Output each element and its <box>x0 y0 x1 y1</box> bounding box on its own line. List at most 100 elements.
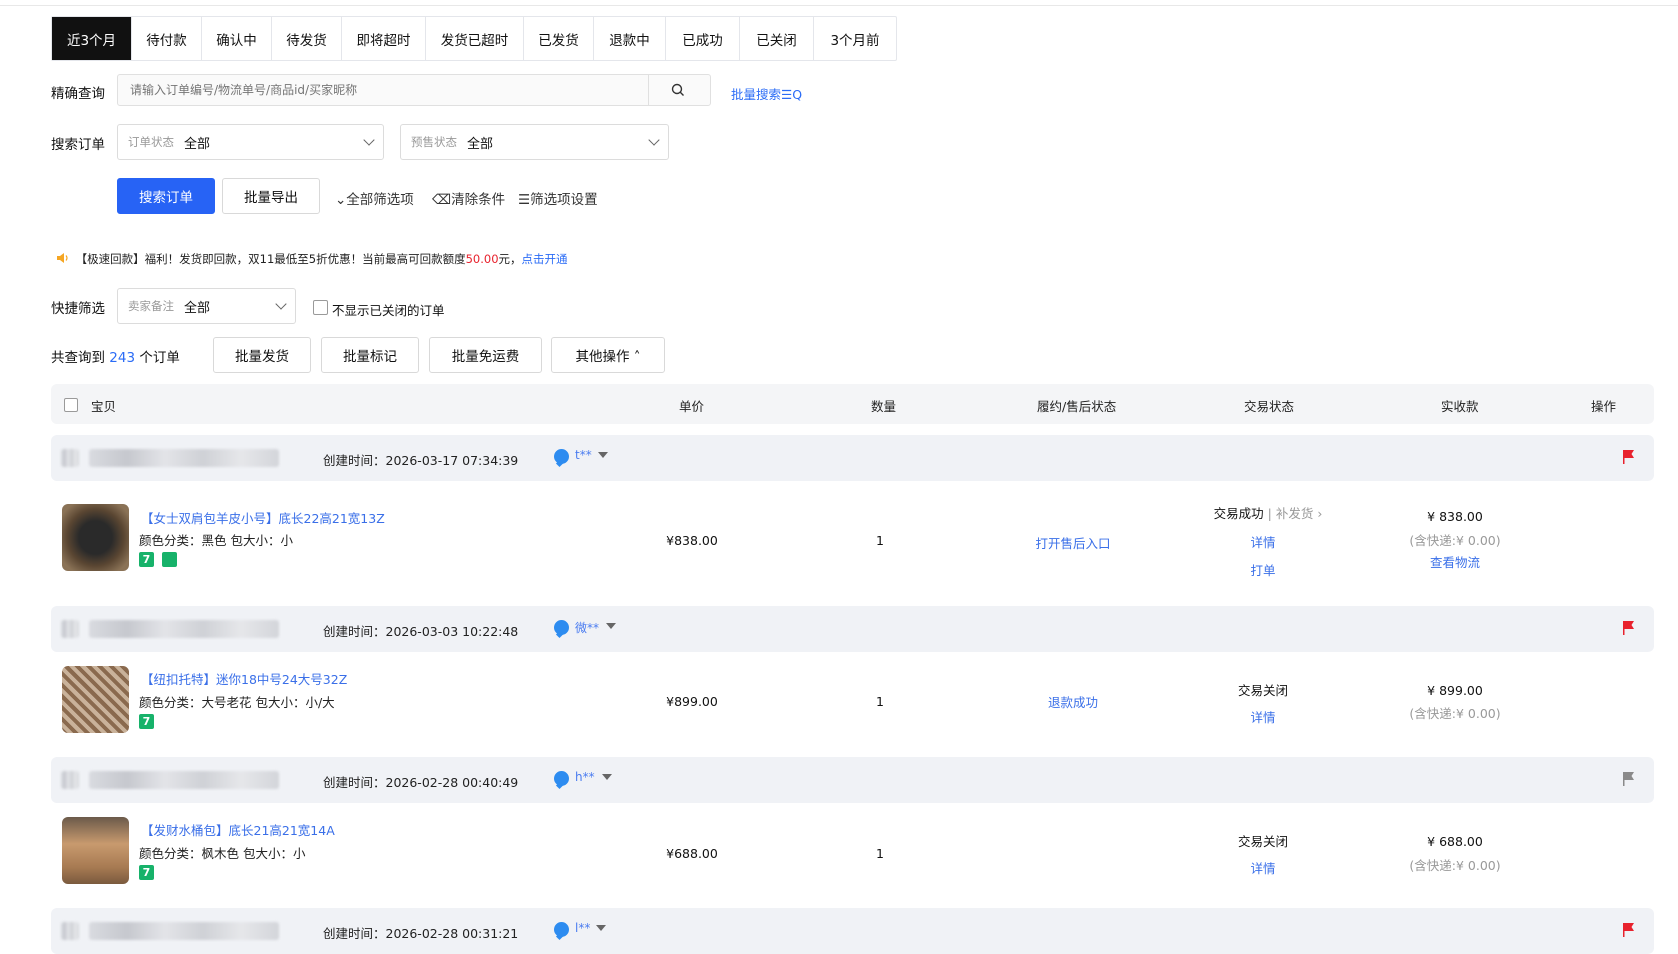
buyer-nick[interactable]: l** <box>575 921 590 935</box>
flag-icon[interactable] <box>1622 771 1636 787</box>
speaker-icon <box>57 253 68 263</box>
product-spec: 颜色分类：枫木色 包大小：小 <box>139 846 306 861</box>
batch-mark-button[interactable]: 批量标记 <box>321 337 419 373</box>
tab-ship-overdue[interactable]: 发货已超时 <box>426 17 524 60</box>
order-created-time: 创建时间：2026-03-17 07:34:39 <box>323 453 519 468</box>
batch-export-button[interactable]: 批量导出 <box>222 178 320 214</box>
tab-success[interactable]: 已成功 <box>666 17 740 60</box>
hide-closed-checkbox[interactable] <box>313 300 328 315</box>
order-id-blurred <box>89 771 279 789</box>
flag-icon[interactable] <box>1622 922 1636 938</box>
tab-pending-payment[interactable]: 待付款 <box>132 17 202 60</box>
order-id-blurred <box>89 620 279 638</box>
batch-search-link[interactable]: 批量搜索☰Q <box>731 84 802 103</box>
search-box <box>117 74 711 106</box>
batch-free-shipping-button[interactable]: 批量免运费 <box>429 337 542 373</box>
all-filters-toggle[interactable]: ⌄全部筛选项 <box>335 188 414 208</box>
tab-about-to-timeout[interactable]: 即将超时 <box>342 17 426 60</box>
search-icon[interactable] <box>671 83 685 97</box>
shipping-fee: (含快递:¥ 0.00) <box>1409 706 1501 721</box>
paid-amount: ¥ 688.00 <box>1427 834 1483 849</box>
trade-status: 交易关闭 <box>1237 834 1289 849</box>
wangwang-icon[interactable] <box>554 620 569 635</box>
product-image[interactable] <box>62 817 129 884</box>
tab-older[interactable]: 3个月前 <box>814 17 896 60</box>
wangwang-icon[interactable] <box>554 449 569 464</box>
col-qty: 数量 <box>871 399 897 414</box>
tab-closed[interactable]: 已关闭 <box>740 17 814 60</box>
order-status-select[interactable]: 订单状态 全部 <box>117 124 384 160</box>
summary-suffix: 个订单 <box>139 350 180 366</box>
filter-settings-button[interactable]: ☰筛选项设置 <box>518 188 598 208</box>
col-paid: 实收款 <box>1441 399 1479 414</box>
print-link[interactable]: 打单 <box>1250 560 1275 579</box>
product-title[interactable]: 【女士双肩包羊皮小号】底长22高21宽13Z <box>141 508 385 527</box>
seller-remark-label: 卖家备注 <box>128 299 174 313</box>
flag-icon[interactable] <box>1622 449 1636 465</box>
product-spec: 颜色分类：黑色 包大小：小 <box>139 533 293 548</box>
presale-status-label: 预售状态 <box>411 135 457 149</box>
search-orders-button[interactable]: 搜索订单 <box>117 178 215 214</box>
col-fulfil: 履约/售后状态 <box>1037 399 1117 414</box>
seller-remark-select[interactable]: 卖家备注 全部 <box>117 288 296 324</box>
clear-conditions-button[interactable]: ⌫清除条件 <box>432 188 505 208</box>
order-checkbox-blur <box>61 922 79 940</box>
detail-link[interactable]: 详情 <box>1250 707 1275 726</box>
quantity: 1 <box>876 846 884 861</box>
trade-status: 交易成功 | 补发货 › <box>1214 503 1323 522</box>
reship-link[interactable]: | 补发货 › <box>1268 506 1323 521</box>
view-logistics-link[interactable]: 查看物流 <box>1430 552 1480 571</box>
tab-confirming[interactable]: 确认中 <box>202 17 272 60</box>
open-after-sale-link[interactable]: 打开售后入口 <box>1035 533 1110 552</box>
product-image[interactable] <box>62 666 129 733</box>
search-input[interactable] <box>118 75 648 105</box>
select-all-checkbox[interactable] <box>64 398 78 412</box>
seven-day-return-icon: 7 <box>139 552 154 567</box>
order-created-time: 创建时间：2026-03-03 10:22:48 <box>323 624 519 639</box>
notice-open-link[interactable]: 点击开通 <box>522 252 568 266</box>
seller-remark-value: 全部 <box>184 300 211 316</box>
product-image[interactable] <box>62 504 129 571</box>
flag-icon[interactable] <box>1622 620 1636 636</box>
wangwang-icon[interactable] <box>554 922 569 937</box>
filter-icon[interactable] <box>606 623 616 629</box>
table-header: 宝贝 单价 数量 履约/售后状态 交易状态 实收款 操作 <box>51 384 1654 424</box>
product-title[interactable]: 【纽扣托特】迷你18中号24大号32Z <box>141 669 347 688</box>
notice-amount: 50.00 <box>465 252 499 266</box>
notice-bar: 【极速回款】福利！发货即回款，双11最低至5折优惠！当前最高可回款额度50.00… <box>56 251 568 267</box>
paid-amount: ¥ 899.00 <box>1427 683 1483 698</box>
quick-filter-label: 快捷筛选 <box>51 301 105 317</box>
batch-ship-button[interactable]: 批量发货 <box>213 337 311 373</box>
col-op: 操作 <box>1591 399 1617 414</box>
buyer-nick[interactable]: h** <box>575 770 595 784</box>
buyer-nick[interactable]: 微** <box>575 619 599 636</box>
hide-closed-label: 不显示已关闭的订单 <box>332 303 445 318</box>
detail-link[interactable]: 详情 <box>1250 532 1275 551</box>
order-id-blurred <box>89 449 279 467</box>
summary-prefix: 共查询到 <box>51 350 105 366</box>
unit-price: ¥688.00 <box>666 846 718 861</box>
result-summary: 共查询到 243 个订单 <box>51 346 180 366</box>
tab-to-ship[interactable]: 待发货 <box>272 17 342 60</box>
tab-refunding[interactable]: 退款中 <box>594 17 666 60</box>
order-count: 243 <box>109 350 136 366</box>
filter-icon[interactable] <box>602 774 612 780</box>
shipping-fee: (含快递:¥ 0.00) <box>1409 533 1501 548</box>
filter-icon[interactable] <box>596 925 606 931</box>
wangwang-icon[interactable] <box>554 771 569 786</box>
notice-text-tail: 元， <box>498 252 522 266</box>
paid-amount: ¥ 838.00 <box>1427 509 1483 524</box>
shipping-fee: (含快递:¥ 0.00) <box>1409 858 1501 873</box>
buyer-nick[interactable]: t** <box>575 448 592 462</box>
detail-link[interactable]: 详情 <box>1250 858 1275 877</box>
presale-status-select[interactable]: 预售状态 全部 <box>400 124 669 160</box>
refund-status-link[interactable]: 退款成功 <box>1048 692 1098 711</box>
product-title[interactable]: 【发财水桶包】底长21高21宽14A <box>141 820 335 839</box>
tab-recent-3-months[interactable]: 近3个月 <box>52 17 132 60</box>
seven-day-return-icon: 7 <box>139 714 154 729</box>
trade-status: 交易关闭 <box>1237 683 1289 698</box>
other-actions-button[interactable]: 其他操作 ˄ <box>551 337 665 373</box>
filter-icon[interactable] <box>598 452 608 458</box>
order-id-blurred <box>89 922 279 940</box>
tab-shipped[interactable]: 已发货 <box>524 17 594 60</box>
